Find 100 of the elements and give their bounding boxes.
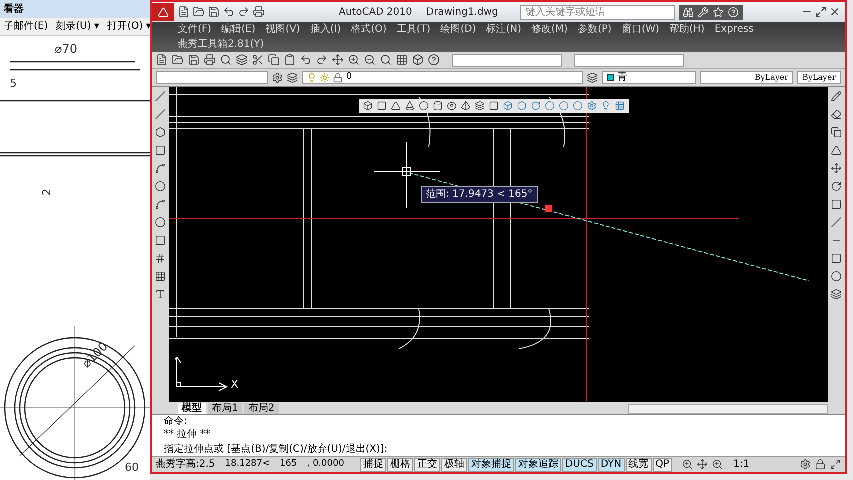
layers-icon[interactable]: [475, 101, 485, 111]
arc-icon[interactable]: [155, 163, 166, 174]
grip-point-icon[interactable]: [545, 205, 552, 212]
copy-icon[interactable]: [268, 54, 280, 66]
magnifier-icon[interactable]: [712, 459, 724, 470]
zoom-out-icon[interactable]: [364, 54, 376, 66]
wrench-icon[interactable]: [698, 6, 710, 18]
color-dropdown[interactable]: 青: [602, 71, 696, 84]
status-toggle[interactable]: 线宽: [626, 458, 652, 472]
search-icon[interactable]: [220, 54, 232, 66]
copy-icon[interactable]: [831, 127, 842, 138]
grid-icon[interactable]: [396, 54, 408, 66]
save-icon[interactable]: [208, 6, 220, 18]
lock-icon[interactable]: [815, 459, 826, 470]
box-icon[interactable]: [363, 101, 373, 111]
lineweight-dropdown[interactable]: ByLayer: [797, 71, 842, 84]
star-icon[interactable]: [713, 6, 724, 18]
maximize-icon[interactable]: [815, 6, 827, 18]
menu-item[interactable]: 修改(M): [532, 22, 568, 37]
annotation-scale[interactable]: 1:1: [733, 457, 750, 472]
folder-icon[interactable]: [172, 54, 184, 66]
undo-icon[interactable]: [223, 6, 235, 18]
menu-item[interactable]: 格式(O): [351, 22, 387, 37]
move-icon[interactable]: [831, 163, 842, 174]
pyramid-icon[interactable]: [461, 101, 471, 111]
menu-item[interactable]: 标注(N): [486, 22, 522, 37]
pan-icon[interactable]: [332, 54, 344, 66]
layout-tab[interactable]: 布局1: [208, 403, 242, 414]
menu-item[interactable]: 视图(V): [266, 22, 300, 37]
app-logo-icon[interactable]: [152, 3, 174, 21]
close-icon[interactable]: [829, 6, 841, 18]
printer-icon[interactable]: [204, 54, 216, 66]
document-icon[interactable]: [156, 54, 168, 66]
status-toggle[interactable]: 正交: [414, 458, 440, 472]
hatch-icon[interactable]: [155, 253, 166, 264]
cone-icon[interactable]: [405, 101, 415, 111]
status-toggle[interactable]: QP: [652, 458, 672, 472]
linetype-dropdown[interactable]: ByLayer: [700, 71, 794, 84]
line-icon[interactable]: [155, 109, 166, 120]
menu-item[interactable]: Express: [714, 22, 754, 37]
circle-icon[interactable]: [155, 181, 166, 192]
menu-item[interactable]: 窗口(W): [622, 22, 660, 37]
help-icon[interactable]: [428, 54, 440, 66]
rectangle-icon[interactable]: [155, 145, 166, 156]
dimension-style-dropdown[interactable]: [574, 54, 684, 66]
status-toggle[interactable]: 捕捉: [360, 458, 386, 472]
save-icon[interactable]: [188, 54, 200, 66]
fullscreen-icon[interactable]: [830, 459, 841, 470]
gear-icon[interactable]: [272, 72, 284, 84]
document-icon[interactable]: [178, 6, 190, 18]
gear-icon[interactable]: [800, 459, 811, 470]
eraser-icon[interactable]: [831, 109, 842, 120]
menu-item[interactable]: 工具(T): [396, 22, 431, 37]
layer-dropdown[interactable]: 0: [302, 71, 583, 84]
menu-item[interactable]: 插入(I): [310, 22, 342, 37]
bulb-icon[interactable]: [601, 101, 611, 111]
square-icon[interactable]: [377, 101, 387, 111]
printer-icon[interactable]: [253, 6, 265, 18]
scissors-icon[interactable]: [252, 54, 264, 66]
status-toggle[interactable]: DYN: [598, 458, 625, 472]
binoculars-icon[interactable]: [683, 6, 694, 18]
clipboard-icon[interactable]: [284, 54, 296, 66]
menu-item[interactable]: 参数(P): [578, 22, 612, 37]
redo-icon[interactable]: [316, 54, 328, 66]
pan-icon[interactable]: [697, 459, 708, 470]
menu-item[interactable]: 帮助(H): [670, 22, 705, 37]
box-icon[interactable]: [412, 54, 424, 66]
polygon-icon[interactable]: [155, 127, 166, 138]
layers-icon[interactable]: [586, 72, 598, 84]
menu-item[interactable]: 编辑(E): [222, 22, 256, 37]
grid-icon[interactable]: [615, 101, 625, 111]
status-toggle[interactable]: 极轴: [441, 458, 468, 472]
menu-item[interactable]: 子邮件(E): [4, 19, 48, 34]
layout-tab[interactable]: 布局2: [244, 403, 279, 414]
layout-tab[interactable]: 模型: [178, 403, 206, 414]
torus-icon[interactable]: [447, 101, 457, 111]
sphere-icon[interactable]: [419, 101, 429, 111]
menu-item[interactable]: 燕秀工具箱2.81(Y): [178, 37, 264, 52]
zoom-icon[interactable]: [682, 459, 694, 470]
redo-icon[interactable]: [238, 6, 250, 18]
text-style-dropdown[interactable]: [452, 54, 562, 66]
layers-icon[interactable]: [236, 54, 248, 66]
revolve-icon[interactable]: [531, 101, 541, 111]
menu-item[interactable]: 文件(F): [178, 22, 212, 37]
undo-icon[interactable]: [300, 54, 312, 66]
command-prompt[interactable]: 指定拉伸点或 [基点(B)/复制(C)/放弃(U)/退出(X)]:: [164, 443, 833, 456]
status-toggle[interactable]: 对象追踪: [515, 458, 562, 472]
cylinder-icon[interactable]: [433, 101, 443, 111]
layers-icon[interactable]: [287, 72, 298, 84]
status-toggle[interactable]: DUCS: [562, 458, 597, 472]
text-icon[interactable]: [155, 289, 166, 300]
table-icon[interactable]: [155, 271, 166, 282]
folder-icon[interactable]: [193, 6, 205, 18]
menu-item[interactable]: 刻录(U) ▾: [56, 19, 100, 34]
pencil-icon[interactable]: [831, 91, 842, 102]
search-icon[interactable]: [380, 54, 392, 66]
menu-item[interactable]: 绘图(D): [440, 22, 476, 37]
status-toggle[interactable]: 对象捕捉: [468, 458, 514, 472]
status-toggle[interactable]: 栅格: [387, 458, 414, 472]
search-field[interactable]: 键入关键字或短语: [520, 4, 676, 20]
